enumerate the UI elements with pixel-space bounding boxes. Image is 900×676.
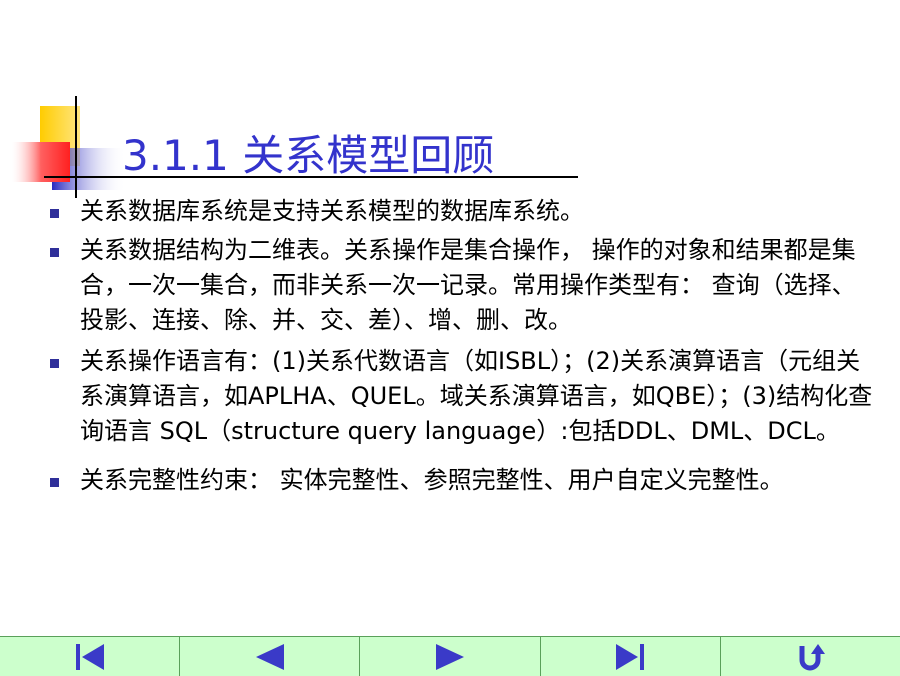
first-slide-icon: [75, 643, 104, 670]
title-underline: [44, 176, 578, 178]
bullet-item: 关系数据结构为二维表。关系操作是集合操作， 操作的对象和结果都是集合，一次一集合…: [44, 233, 874, 338]
return-button[interactable]: [721, 637, 900, 676]
bullet-item: 关系操作语言有：(1)关系代数语言（如ISBL）；(2)关系演算语言（元组关系演…: [44, 344, 874, 449]
next-slide-icon: [436, 643, 464, 670]
last-slide-icon: [616, 643, 645, 670]
bullet-text: 关系操作语言有：(1)关系代数语言（如ISBL）；(2)关系演算语言（元组关系演…: [80, 347, 873, 445]
bullet-text: 关系完整性约束： 实体完整性、参照完整性、用户自定义完整性。: [80, 466, 784, 494]
next-slide-button[interactable]: [360, 637, 541, 676]
last-slide-button[interactable]: [541, 637, 721, 676]
slide-navigation-bar: [0, 636, 900, 676]
bullet-list: 关系数据库系统是支持关系模型的数据库系统。 关系数据结构为二维表。关系操作是集合…: [44, 194, 874, 498]
bullet-text: 关系数据库系统是支持关系模型的数据库系统。: [80, 197, 584, 225]
bullet-item: 关系数据库系统是支持关系模型的数据库系统。: [44, 194, 874, 229]
bullet-square-icon: [50, 478, 59, 487]
bullet-square-icon: [50, 209, 59, 218]
first-slide-button[interactable]: [0, 637, 181, 676]
bullet-square-icon: [50, 248, 59, 257]
corner-decoration-graphic: [12, 96, 126, 198]
previous-slide-icon: [255, 643, 284, 670]
bullet-square-icon: [50, 359, 59, 368]
bullet-text: 关系数据结构为二维表。关系操作是集合操作， 操作的对象和结果都是集合，一次一集合…: [80, 236, 856, 334]
return-icon: [799, 643, 826, 670]
previous-slide-button[interactable]: [180, 637, 361, 676]
bullet-item: 关系完整性约束： 实体完整性、参照完整性、用户自定义完整性。: [44, 463, 874, 498]
